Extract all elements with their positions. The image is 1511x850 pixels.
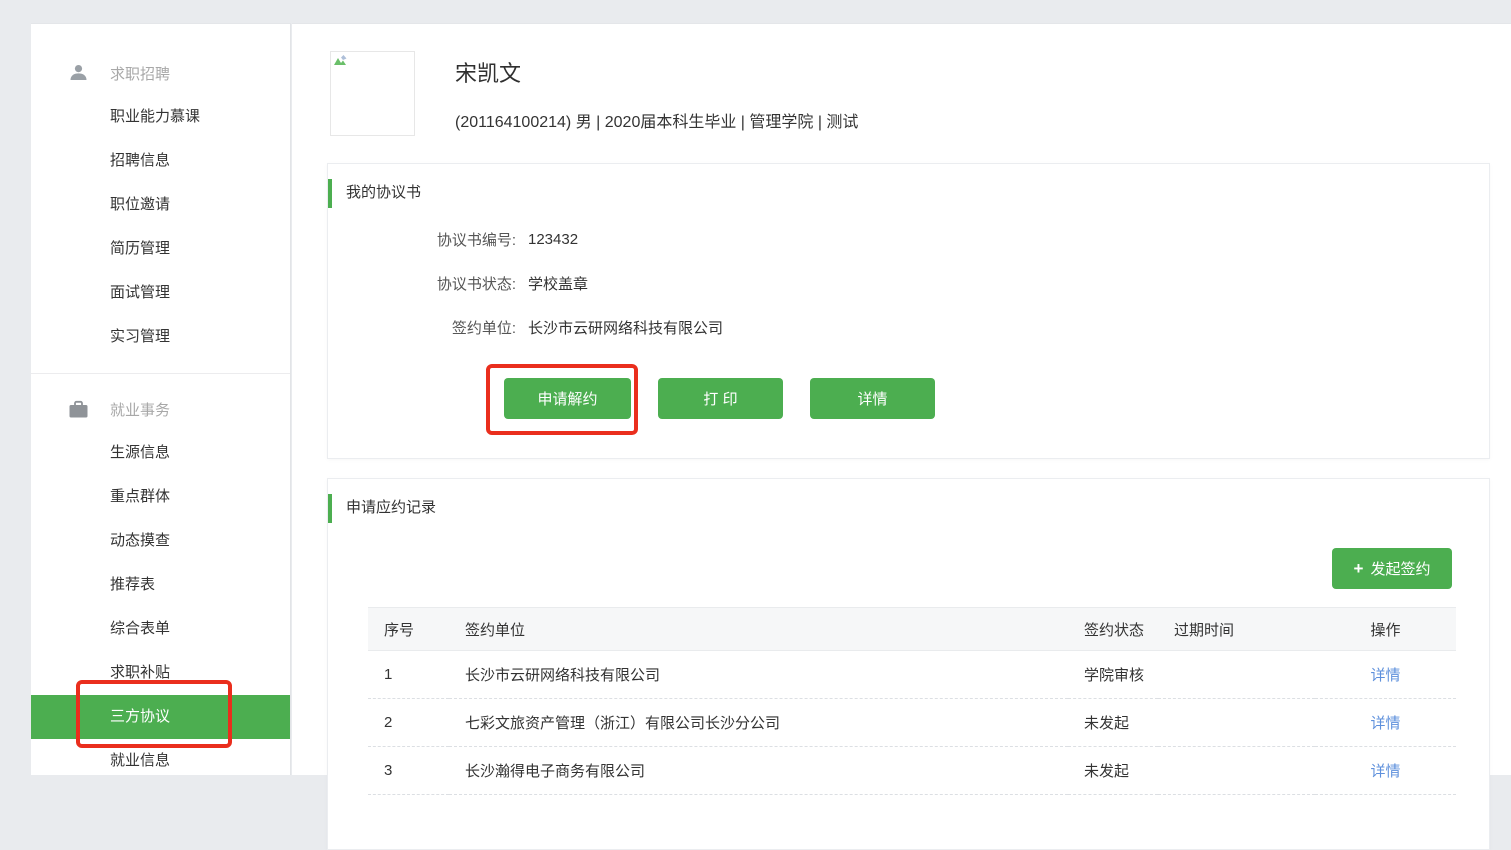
title-accent-bar (328, 179, 332, 208)
col-header-action: 操作 (1315, 608, 1456, 651)
col-header-expire: 过期时间 (1158, 608, 1315, 651)
card-title-row: 申请应约记录 (328, 479, 1489, 516)
my-agreement-title: 我的协议书 (346, 184, 421, 201)
col-header-company: 签约单位 (449, 608, 1068, 651)
sidebar: 求职招聘 职业能力慕课 招聘信息 职位邀请 简历管理 面试管理 实习管理 就业事… (31, 23, 291, 775)
sidebar-item-recommendation[interactable]: 推荐表 (31, 563, 290, 607)
cell-company: 七彩文旅资产管理（浙江）有限公司长沙分公司 (449, 699, 1068, 747)
student-name: 宋凯文 (455, 56, 521, 88)
agreement-buttons: 申请解约 打 印 详情 (504, 378, 1489, 419)
table-row: 1 长沙市云研网络科技有限公司 学院审核 详情 (368, 651, 1456, 699)
cell-expire (1158, 699, 1315, 747)
row-detail-link[interactable]: 详情 (1370, 715, 1400, 732)
sidebar-section-employment: 就业事务 (31, 387, 290, 431)
cell-no: 1 (368, 651, 449, 699)
cell-expire (1158, 747, 1315, 795)
sidebar-item-subsidy[interactable]: 求职补贴 (31, 651, 290, 695)
cell-no: 3 (368, 747, 449, 795)
title-accent-bar (328, 494, 332, 523)
row-detail-link[interactable]: 详情 (1370, 763, 1400, 780)
row-detail-link[interactable]: 详情 (1370, 667, 1400, 684)
col-header-status: 签约状态 (1068, 608, 1158, 651)
card-title-row: 我的协议书 (328, 164, 1489, 201)
cell-status: 未发起 (1068, 699, 1158, 747)
sidebar-item-position-invite[interactable]: 职位邀请 (31, 183, 290, 227)
table-row: 3 长沙瀚得电子商务有限公司 未发起 详情 (368, 747, 1456, 795)
col-header-no: 序号 (368, 608, 449, 651)
terminate-button[interactable]: 申请解约 (504, 378, 631, 419)
agreement-number-label: 协议书编号: (328, 229, 516, 250)
sidebar-item-tripartite-agreement[interactable]: 三方协议 (31, 695, 290, 739)
records-title: 申请应约记录 (346, 499, 436, 516)
sidebar-item-forms[interactable]: 综合表单 (31, 607, 290, 651)
plus-icon: + (1354, 560, 1364, 577)
agreement-status-value: 学校盖章 (528, 273, 588, 294)
sidebar-section-jobsearch: 求职招聘 (31, 51, 290, 95)
broken-image-icon (333, 54, 348, 68)
cell-status: 未发起 (1068, 747, 1158, 795)
cell-company: 长沙市云研网络科技有限公司 (449, 651, 1068, 699)
sidebar-item-dynamic-survey[interactable]: 动态摸查 (31, 519, 290, 563)
student-info: (201164100214) 男 | 2020届本科生毕业 | 管理学院 | 测… (455, 108, 858, 132)
table-header-row: 序号 签约单位 签约状态 过期时间 操作 (368, 608, 1456, 651)
my-agreement-card: 我的协议书 协议书编号: 123432 协议书状态: 学校盖章 签约单位: 长沙… (327, 163, 1490, 459)
sidebar-item-employment-info[interactable]: 就业信息 (31, 739, 290, 775)
field-row-number: 协议书编号: 123432 (328, 217, 1489, 261)
field-row-status: 协议书状态: 学校盖章 (328, 261, 1489, 305)
sidebar-item-internship[interactable]: 实习管理 (31, 315, 290, 359)
user-icon (68, 63, 89, 83)
table-row: 2 七彩文旅资产管理（浙江）有限公司长沙分公司 未发起 详情 (368, 699, 1456, 747)
cell-status: 学院审核 (1068, 651, 1158, 699)
records-table: 序号 签约单位 签约状态 过期时间 操作 1 长沙市云研网络科技有限公司 学院审… (368, 607, 1456, 795)
agreement-company-value: 长沙市云研网络科技有限公司 (528, 317, 723, 338)
new-sign-label: 发起签约 (1370, 558, 1430, 579)
sidebar-item-student-source[interactable]: 生源信息 (31, 431, 290, 475)
agreement-company-label: 签约单位: (328, 317, 516, 338)
sidebar-section-label: 就业事务 (110, 399, 170, 420)
agreement-fields: 协议书编号: 123432 协议书状态: 学校盖章 签约单位: 长沙市云研网络科… (328, 217, 1489, 349)
sidebar-item-key-groups[interactable]: 重点群体 (31, 475, 290, 519)
sidebar-item-interview[interactable]: 面试管理 (31, 271, 290, 315)
sidebar-section-label: 求职招聘 (110, 63, 170, 84)
new-sign-button[interactable]: + 发起签约 (1332, 548, 1452, 589)
main-panel: 宋凯文 (201164100214) 男 | 2020届本科生毕业 | 管理学院… (292, 23, 1511, 775)
agreement-status-label: 协议书状态: (328, 273, 516, 294)
briefcase-icon (68, 400, 89, 419)
avatar (330, 51, 415, 136)
page: { "colors": { "accent_green": "#4cae50",… (0, 0, 1511, 775)
cell-expire (1158, 651, 1315, 699)
detail-button[interactable]: 详情 (810, 378, 935, 419)
print-button[interactable]: 打 印 (658, 378, 783, 419)
sidebar-menu: 求职招聘 职业能力慕课 招聘信息 职位邀请 简历管理 面试管理 实习管理 就业事… (31, 24, 290, 775)
sidebar-divider (31, 373, 290, 374)
agreement-number-value: 123432 (528, 231, 578, 248)
cell-company: 长沙瀚得电子商务有限公司 (449, 747, 1068, 795)
cell-no: 2 (368, 699, 449, 747)
sidebar-item-resume[interactable]: 简历管理 (31, 227, 290, 271)
sidebar-item-recruit-info[interactable]: 招聘信息 (31, 139, 290, 183)
field-row-company: 签约单位: 长沙市云研网络科技有限公司 (328, 305, 1489, 349)
sidebar-item-mooc[interactable]: 职业能力慕课 (31, 95, 290, 139)
application-records-card: 申请应约记录 + 发起签约 序号 签约单位 签约状态 过期时间 操作 (327, 478, 1490, 850)
